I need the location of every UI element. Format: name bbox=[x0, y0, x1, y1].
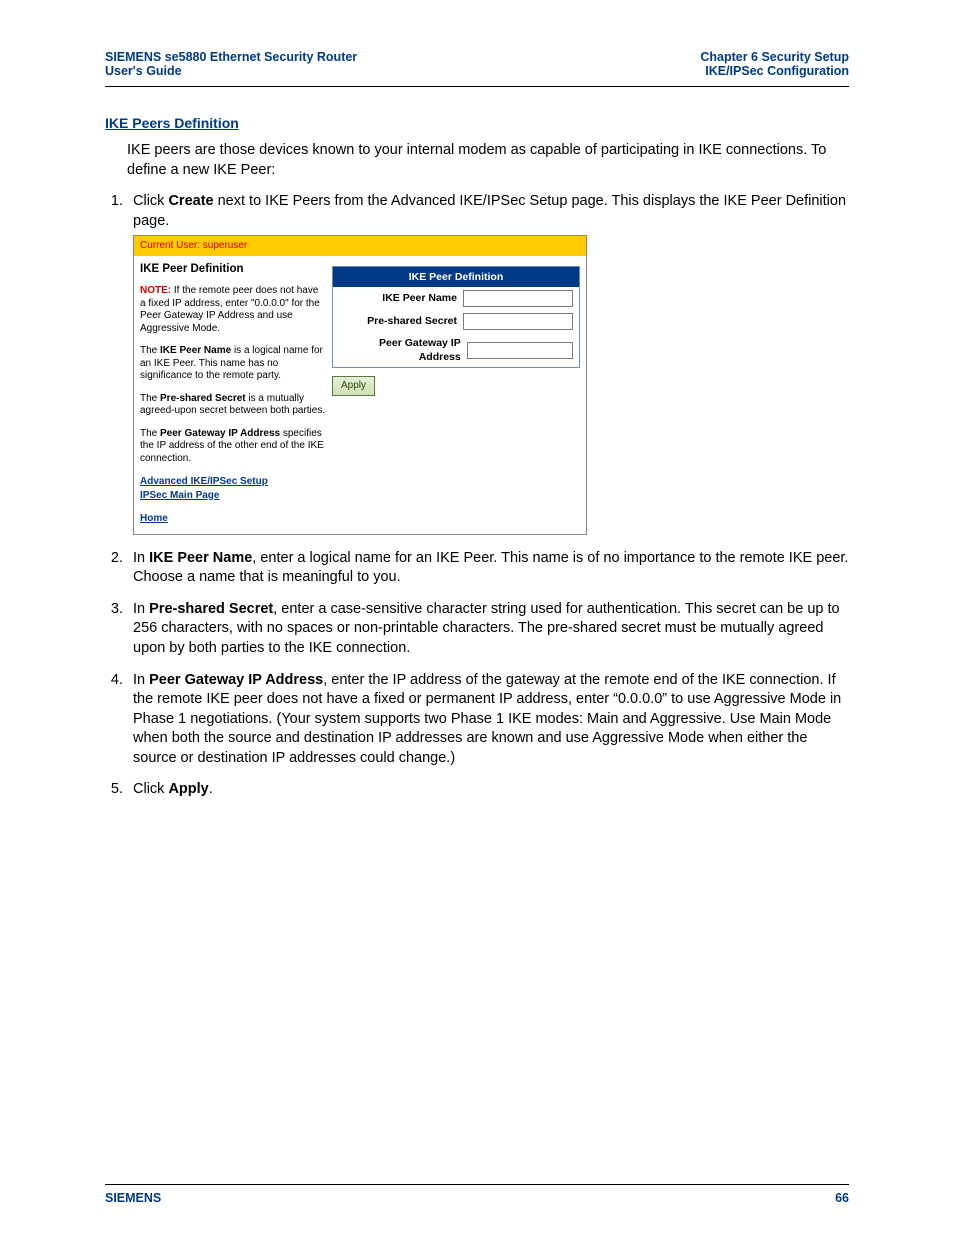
input-gateway-ip[interactable] bbox=[467, 342, 573, 359]
page-footer: SIEMENS 66 bbox=[105, 1184, 849, 1205]
step-5: Click Apply. bbox=[127, 780, 849, 800]
intro-paragraph: IKE peers are those devices known to you… bbox=[127, 141, 849, 180]
link-ipsec-main[interactable]: IPSec Main Page bbox=[140, 489, 326, 503]
steps-list: Click Create next to IKE Peers from the … bbox=[105, 192, 849, 800]
current-user-bar: Current User: superuser bbox=[134, 236, 586, 256]
header-right-line2: IKE/IPSec Configuration bbox=[705, 64, 849, 78]
embedded-screenshot: Current User: superuser IKE Peer Definit… bbox=[133, 235, 587, 535]
label-gateway-ip: Peer Gateway IP Address bbox=[339, 336, 467, 364]
header-right: Chapter 6 Security Setup IKE/IPSec Confi… bbox=[700, 50, 849, 78]
step-2: In IKE Peer Name, enter a logical name f… bbox=[127, 549, 849, 588]
label-peer-name: IKE Peer Name bbox=[382, 291, 463, 305]
link-home[interactable]: Home bbox=[140, 512, 326, 526]
header-right-line1: Chapter 6 Security Setup bbox=[700, 50, 849, 64]
label-preshared-secret: Pre-shared Secret bbox=[367, 314, 463, 328]
page-header: SIEMENS se5880 Ethernet Security Router … bbox=[105, 50, 849, 87]
footer-page-number: 66 bbox=[835, 1191, 849, 1205]
step-3: In Pre-shared Secret, enter a case-sensi… bbox=[127, 600, 849, 659]
embed-title: IKE Peer Definition bbox=[140, 262, 326, 278]
header-left-line2: User's Guide bbox=[105, 64, 182, 78]
embed-p2: The Pre-shared Secret is a mutually agre… bbox=[140, 393, 326, 418]
apply-button[interactable]: Apply bbox=[332, 376, 375, 396]
link-advanced-setup[interactable]: Advanced IKE/IPSec Setup bbox=[140, 475, 326, 489]
embed-p3: The Peer Gateway IP Address specifies th… bbox=[140, 428, 326, 466]
section-title: IKE Peers Definition bbox=[105, 115, 849, 131]
embed-p1: The IKE Peer Name is a logical name for … bbox=[140, 345, 326, 383]
footer-brand: SIEMENS bbox=[105, 1191, 161, 1205]
embed-sidebar: IKE Peer Definition NOTE: If the remote … bbox=[140, 260, 332, 526]
header-left-line1: SIEMENS se5880 Ethernet Security Router bbox=[105, 50, 357, 64]
embed-form-area: IKE Peer Definition IKE Peer Name Pre-sh… bbox=[332, 260, 580, 526]
form-card-header: IKE Peer Definition bbox=[333, 267, 579, 287]
embed-note: NOTE: If the remote peer does not have a… bbox=[140, 285, 326, 335]
input-preshared-secret[interactable] bbox=[463, 313, 573, 330]
input-peer-name[interactable] bbox=[463, 290, 573, 307]
step-4: In Peer Gateway IP Address, enter the IP… bbox=[127, 671, 849, 769]
form-card: IKE Peer Definition IKE Peer Name Pre-sh… bbox=[332, 266, 580, 369]
step-1: Click Create next to IKE Peers from the … bbox=[127, 192, 849, 535]
header-left: SIEMENS se5880 Ethernet Security Router … bbox=[105, 50, 357, 78]
